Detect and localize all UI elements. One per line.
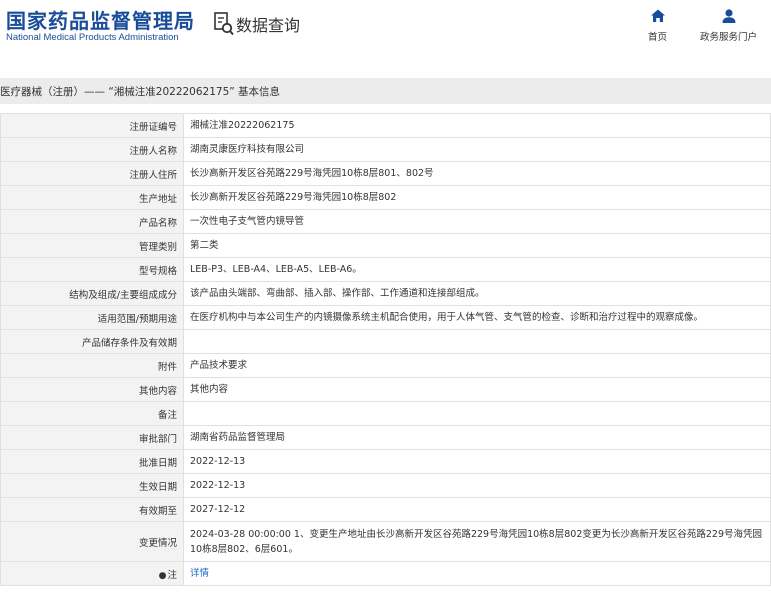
row-label: 生产地址 (0, 185, 184, 210)
row-value: 2022-12-13 (183, 449, 771, 474)
row-value: 其他内容 (183, 377, 771, 402)
row-label: 适用范围/预期用途 (0, 305, 184, 330)
row-label: 审批部门 (0, 425, 184, 450)
nav-service-portal-button[interactable]: 政务服务门户 (700, 8, 757, 43)
table-row: 适用范围/预期用途 在医疗机构中与本公司生产的内镜摄像系统主机配合使用，用于人体气… (0, 305, 771, 330)
table-row: 注册人住所 长沙高新开发区谷苑路229号海凭园10栋8层801、802号 (0, 161, 771, 186)
row-label: 结构及组成/主要组成成分 (0, 281, 184, 306)
row-value: 详情 (183, 561, 771, 586)
row-label: 其他内容 (0, 377, 184, 402)
details-link[interactable]: 详情 (190, 568, 209, 579)
table-row: 批准日期 2022-12-13 (0, 449, 771, 474)
row-label: 备注 (0, 401, 184, 426)
row-value: 第二类 (183, 233, 771, 258)
pin-icon: ● (158, 570, 167, 581)
site-logo-chinese[interactable]: 国家药品监督管理局 (6, 5, 195, 34)
row-value: 湖南省药品监督管理局 (183, 425, 771, 450)
row-label: 产品名称 (0, 209, 184, 234)
data-query-link[interactable]: 数据查询 (214, 12, 300, 36)
note-label: 注 (167, 569, 177, 581)
row-label: ●注 (0, 561, 184, 586)
row-value: 长沙高新开发区谷苑路229号海凭园10栋8层801、802号 (183, 161, 771, 186)
table-row: 附件 产品技术要求 (0, 353, 771, 378)
table-row: 管理类别 第二类 (0, 233, 771, 258)
row-value: 湘械注准20222062175 (183, 113, 771, 138)
table-row: 变更情况 2024-03-28 00:00:00 1、变更生产地址由长沙高新开发区… (0, 521, 771, 562)
table-row: 生产地址 长沙高新开发区谷苑路229号海凭园10栋8层802 (0, 185, 771, 210)
user-icon (722, 9, 735, 23)
row-label: 生效日期 (0, 473, 184, 498)
row-label: 变更情况 (0, 521, 184, 562)
table-row: 生效日期 2022-12-13 (0, 473, 771, 498)
row-value: LEB-P3、LEB-A4、LEB-A5、LEB-A6。 (183, 257, 771, 282)
row-label: 有效期至 (0, 497, 184, 522)
site-logo-english[interactable]: National Medical Products Administration (6, 32, 179, 43)
row-label: 注册人名称 (0, 137, 184, 162)
table-row-note: ●注 详情 (0, 561, 771, 586)
row-value (183, 401, 771, 426)
row-label: 管理类别 (0, 233, 184, 258)
row-label: 附件 (0, 353, 184, 378)
data-query-label: 数据查询 (236, 16, 301, 35)
table-row: 产品名称 一次性电子支气管内镜导管 (0, 209, 771, 234)
row-label: 产品储存条件及有效期 (0, 329, 184, 354)
row-label: 注册人住所 (0, 161, 184, 186)
table-row: 其他内容 其他内容 (0, 377, 771, 402)
table-row: 结构及组成/主要组成成分 该产品由头端部、弯曲部、插入部、操作部、工作通道和连接部… (0, 281, 771, 306)
table-row: 注册证编号 湘械注准20222062175 (0, 113, 771, 138)
table-row: 备注 (0, 401, 771, 426)
site-header: 国家药品监督管理局 National Medical Products Admi… (0, 0, 771, 72)
nav-home-label: 首页 (648, 32, 668, 43)
row-value: 一次性电子支气管内镜导管 (183, 209, 771, 234)
row-value: 长沙高新开发区谷苑路229号海凭园10栋8层802 (183, 185, 771, 210)
row-value: 2024-03-28 00:00:00 1、变更生产地址由长沙高新开发区谷苑路2… (183, 521, 771, 562)
nav-home-button[interactable]: 首页 (648, 8, 667, 43)
home-icon (650, 9, 665, 22)
row-label: 批准日期 (0, 449, 184, 474)
row-value: 湖南灵康医疗科技有限公司 (183, 137, 771, 162)
row-value (183, 329, 771, 354)
breadcrumb: 医疗器械（注册）—— “湘械注准20222062175” 基本信息 (0, 78, 771, 104)
row-label: 型号规格 (0, 257, 184, 282)
row-value: 产品技术要求 (183, 353, 771, 378)
row-label: 注册证编号 (0, 113, 184, 138)
table-row: 有效期至 2027-12-12 (0, 497, 771, 522)
table-row: 型号规格 LEB-P3、LEB-A4、LEB-A5、LEB-A6。 (0, 257, 771, 282)
row-value: 2027-12-12 (183, 497, 771, 522)
nav-service-label: 政务服务门户 (700, 32, 758, 43)
row-value: 该产品由头端部、弯曲部、插入部、操作部、工作通道和连接部组成。 (183, 281, 771, 306)
breadcrumb-text: 医疗器械（注册）—— “湘械注准20222062175” 基本信息 (0, 86, 281, 98)
table-row: 注册人名称 湖南灵康医疗科技有限公司 (0, 137, 771, 162)
document-search-icon (214, 12, 234, 36)
row-value: 2022-12-13 (183, 473, 771, 498)
row-value: 在医疗机构中与本公司生产的内镜摄像系统主机配合使用，用于人体气管、支气管的检查、… (183, 305, 771, 330)
registration-info-table: 注册证编号 湘械注准20222062175 注册人名称 湖南灵康医疗科技有限公司 注册人… (0, 113, 771, 586)
table-row: 审批部门 湖南省药品监督管理局 (0, 425, 771, 450)
table-row: 产品储存条件及有效期 (0, 329, 771, 354)
